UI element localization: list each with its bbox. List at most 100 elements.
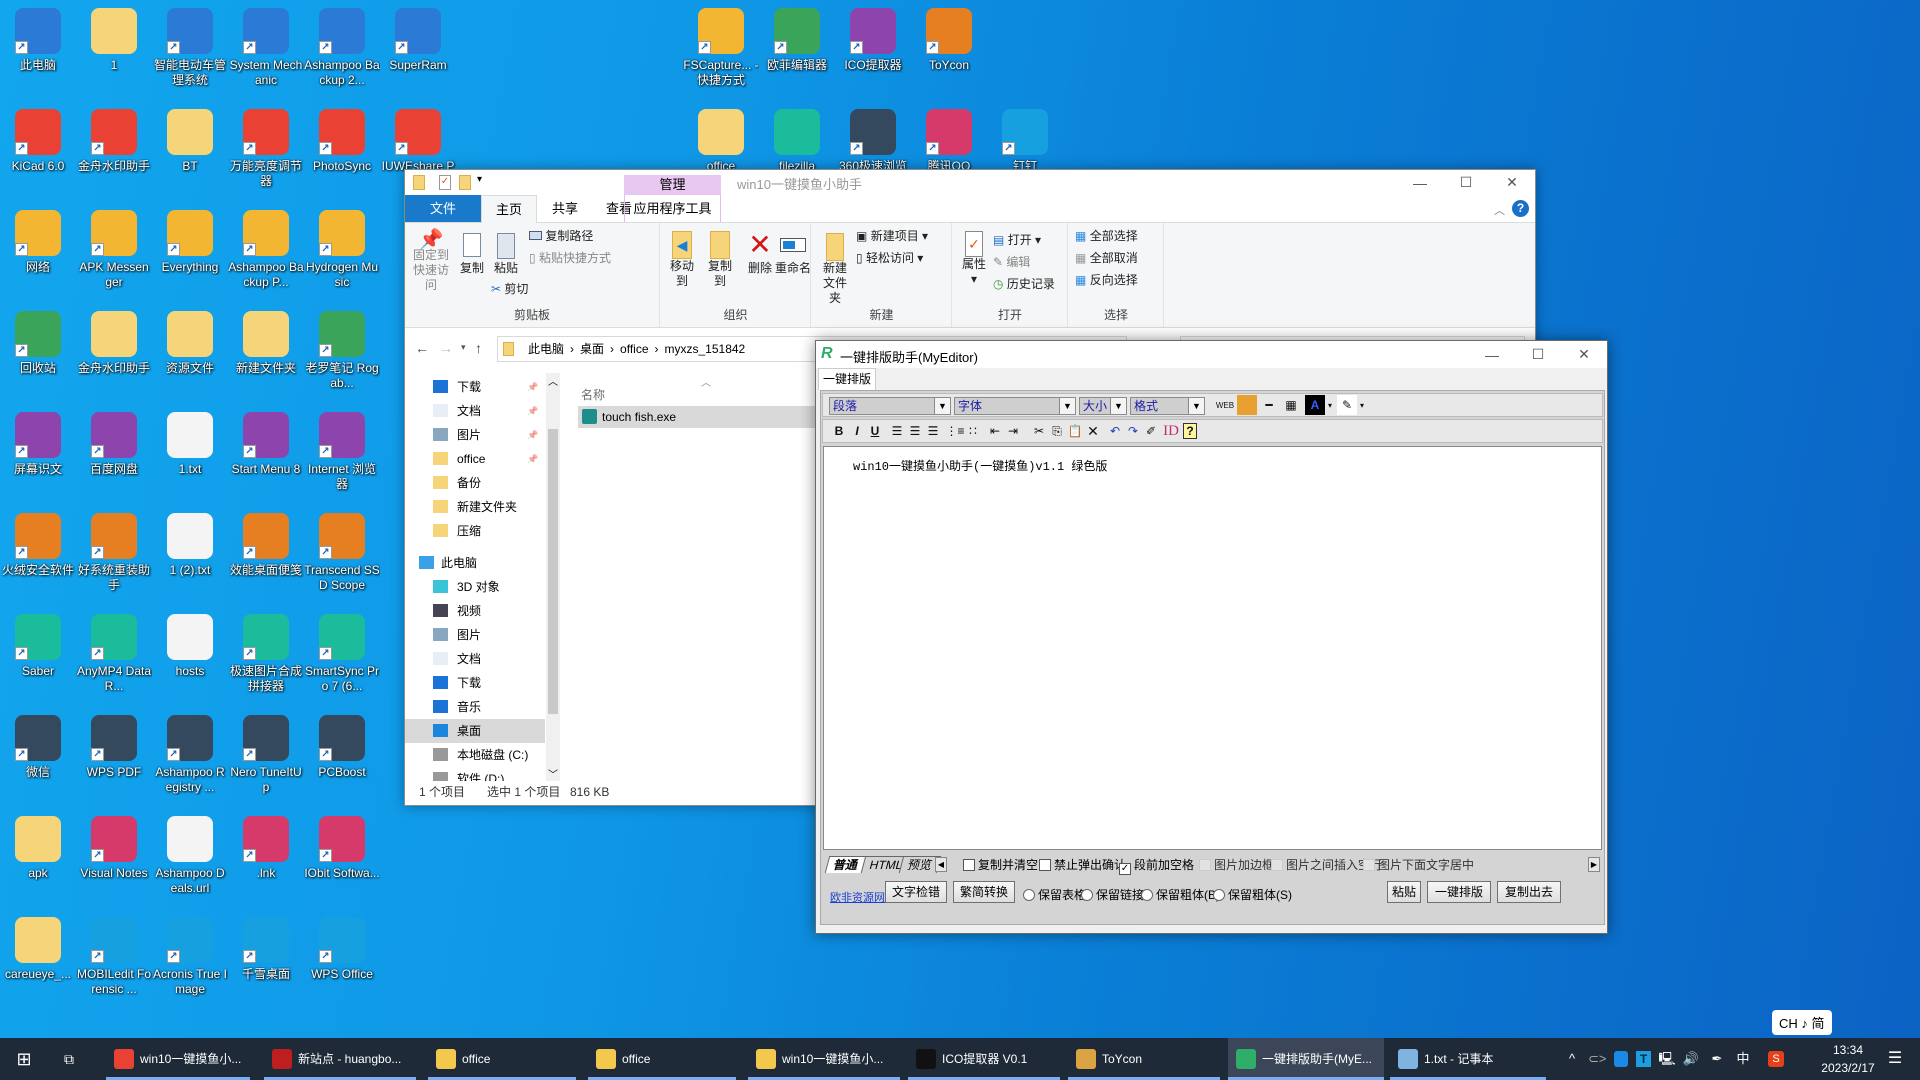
- desktop-icon[interactable]: ↗ 好系统重装助手: [76, 509, 152, 593]
- desktop-icon[interactable]: ↗ 智能电动车管理系统: [152, 4, 228, 88]
- checkbox-icon[interactable]: [1039, 859, 1051, 871]
- tab-app-tools[interactable]: 应用程序工具: [624, 195, 721, 222]
- format-select[interactable]: 格式 ▼: [1130, 397, 1205, 415]
- nav-item[interactable]: 备份: [405, 471, 545, 495]
- desktop-icon[interactable]: ↗ IObit Softwa...: [304, 812, 380, 881]
- table-icon[interactable]: ▦: [1281, 395, 1301, 415]
- desktop-icon[interactable]: 1.txt: [152, 408, 228, 477]
- desktop-icon[interactable]: ↗ Hydrogen Music: [304, 206, 380, 290]
- paste-shortcut-button[interactable]: ▯ 粘贴快捷方式: [529, 251, 611, 266]
- scrollbar-thumb[interactable]: [548, 429, 558, 714]
- tab-file[interactable]: 文件: [405, 195, 481, 222]
- desktop-icon[interactable]: ↗ FSCapture... - 快捷方式: [683, 4, 759, 88]
- desktop-icon[interactable]: ↗ 屏幕识文: [0, 408, 76, 477]
- taskbar-item[interactable]: 新站点 - huangbo...: [264, 1038, 416, 1080]
- outdent-icon[interactable]: ⇤: [985, 421, 1005, 441]
- help-icon[interactable]: ?: [1512, 200, 1529, 217]
- nav-item[interactable]: 文档: [405, 647, 545, 671]
- close-button[interactable]: ✕: [1489, 170, 1535, 195]
- id-icon[interactable]: ID: [1161, 421, 1181, 441]
- remove-format-icon[interactable]: ✕: [1083, 421, 1103, 441]
- properties-icon[interactable]: ✓: [439, 175, 451, 190]
- taskbar-item[interactable]: office: [428, 1038, 576, 1080]
- volume-icon[interactable]: 🔊: [1682, 1038, 1700, 1080]
- desktop-icon[interactable]: ↗ AnyMP4 Data R...: [76, 610, 152, 694]
- taskbar-item[interactable]: ICO提取器 V0.1: [908, 1038, 1060, 1080]
- checkbox-icon[interactable]: ✓: [1119, 863, 1131, 875]
- option-checkbox[interactable]: 禁止弹出确认: [1039, 858, 1126, 872]
- ofei-resource-link[interactable]: 欧非资源网: [830, 889, 885, 905]
- up-button[interactable]: ↑: [475, 340, 482, 356]
- desktop-icon[interactable]: ↗ 腾讯QQ: [911, 105, 987, 174]
- desktop-icon[interactable]: ↗ 微信: [0, 711, 76, 780]
- checkbox-icon[interactable]: [1271, 859, 1283, 871]
- align-center-icon[interactable]: ☰: [905, 421, 925, 441]
- nav-item[interactable]: 音乐: [405, 695, 545, 719]
- size-select[interactable]: 大小 ▼: [1079, 397, 1127, 415]
- desktop-icon[interactable]: ↗ Everything: [152, 206, 228, 275]
- copy-to-button[interactable]: 复制到: [703, 231, 737, 289]
- paragraph-select[interactable]: 段落 ▼: [829, 397, 951, 415]
- dingtalk-tray-icon[interactable]: [1614, 1051, 1628, 1067]
- properties-button[interactable]: ✓ 属性 ▾: [959, 231, 989, 287]
- start-button[interactable]: ⊞: [8, 1038, 40, 1080]
- history-button[interactable]: ◷ 历史记录: [993, 277, 1055, 292]
- maximize-button[interactable]: ☐: [1443, 170, 1489, 195]
- desktop-icon[interactable]: ↗ Visual Notes: [76, 812, 152, 881]
- cut-icon[interactable]: ✂: [1029, 421, 1049, 441]
- scroll-down-icon[interactable]: ﹀: [548, 766, 558, 781]
- desktop-icon[interactable]: ↗ Ashampoo Registry ...: [152, 711, 228, 795]
- desktop-icon[interactable]: apk: [0, 812, 76, 881]
- file-row[interactable]: touch fish.exe: [578, 406, 818, 428]
- desktop-icon[interactable]: ↗ Ashampoo Backup 2...: [304, 4, 380, 88]
- cut-button[interactable]: ✂ 剪切: [491, 282, 528, 297]
- desktop-icon[interactable]: ↗ 回收站: [0, 307, 76, 376]
- copy-path-button[interactable]: 复制路径: [529, 229, 593, 244]
- nav-item[interactable]: 视频: [405, 599, 545, 623]
- checkbox-icon[interactable]: [1199, 859, 1211, 871]
- scroll-up-icon[interactable]: ︿: [548, 373, 558, 388]
- copy-button[interactable]: 复制: [457, 233, 487, 276]
- horizontal-rule-icon[interactable]: ━: [1259, 395, 1279, 415]
- easy-access-button[interactable]: ▯ 轻松访问 ▾: [856, 251, 923, 266]
- option-checkbox[interactable]: ✓ 段前加空格: [1119, 858, 1194, 875]
- taskbar-item[interactable]: ToYcon: [1068, 1038, 1220, 1080]
- pen-icon[interactable]: ✒: [1708, 1038, 1726, 1080]
- one-click-format-button[interactable]: 一键排版: [1427, 881, 1491, 903]
- desktop-icon[interactable]: ↗ Start Menu 8: [228, 408, 304, 477]
- desktop-icon[interactable]: ↗ SuperRam: [380, 4, 456, 73]
- select-all-button[interactable]: ▦ 全部选择: [1075, 229, 1138, 244]
- column-header-name[interactable]: 名称: [581, 386, 605, 403]
- desktop-icon[interactable]: ↗ SmartSync Pro 7 (6...: [304, 610, 380, 694]
- keep-option-radio[interactable]: 保留表格: [1023, 886, 1086, 903]
- taskbar-item[interactable]: win10一键摸鱼小...: [106, 1038, 250, 1080]
- radio-icon[interactable]: [1081, 889, 1093, 901]
- desktop-icon[interactable]: hosts: [152, 610, 228, 679]
- scroll-left-icon[interactable]: ◀: [935, 857, 947, 872]
- keep-option-radio[interactable]: 保留链接: [1081, 886, 1144, 903]
- desktop-icon[interactable]: ↗ 老罗笔记 Rogab...: [304, 307, 380, 391]
- chevron-down-icon[interactable]: ▾: [1357, 395, 1367, 415]
- desktop-icon[interactable]: ↗ Transcend SSD Scope: [304, 509, 380, 593]
- fish-tray-icon[interactable]: ⊂>: [1588, 1038, 1606, 1080]
- breadcrumb-separator-icon[interactable]: ›: [570, 342, 574, 356]
- minimize-button[interactable]: —: [1469, 342, 1515, 367]
- font-color-icon[interactable]: A: [1305, 395, 1325, 415]
- nav-item[interactable]: 下载 📌: [405, 375, 545, 399]
- rename-button[interactable]: 重命名: [775, 231, 811, 276]
- desktop-icon[interactable]: ↗ 此电脑: [0, 4, 76, 73]
- taskbar-item[interactable]: 一键排版助手(MyE...: [1228, 1038, 1384, 1080]
- nav-item[interactable]: 本地磁盘 (C:): [405, 743, 545, 767]
- traditional-simplified-button[interactable]: 繁简转换: [953, 881, 1015, 903]
- italic-icon[interactable]: I: [847, 421, 867, 441]
- desktop-icon[interactable]: ↗ 欧菲编辑器: [759, 4, 835, 73]
- notification-center-icon[interactable]: ☰: [1880, 1038, 1910, 1080]
- maximize-button[interactable]: ☐: [1515, 342, 1561, 367]
- desktop-icon[interactable]: 金舟水印助手: [76, 307, 152, 376]
- desktop-icon[interactable]: ↗ WPS PDF: [76, 711, 152, 780]
- desktop-icon[interactable]: ↗ 效能桌面便笺: [228, 509, 304, 578]
- pin-quick-access-button[interactable]: 📌 固定到快速访问: [409, 230, 453, 293]
- nav-item[interactable]: 文档 📌: [405, 399, 545, 423]
- option-checkbox[interactable]: 图片下面文字居中: [1363, 858, 1474, 872]
- desktop-icon[interactable]: 新建文件夹: [228, 307, 304, 376]
